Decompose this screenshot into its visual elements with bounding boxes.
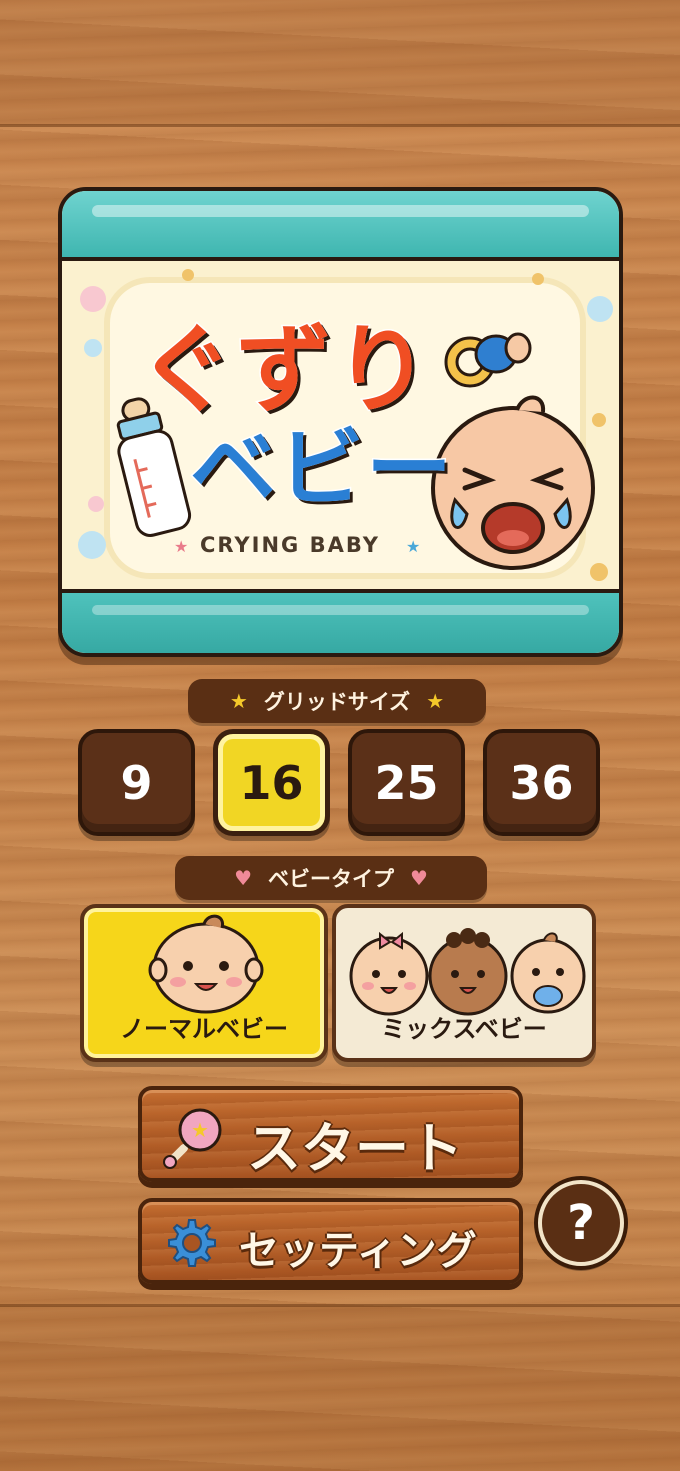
divider [0, 1304, 680, 1307]
settings-button-label: セッティング [239, 1228, 477, 1274]
grid-size-label-text: グリッドサイズ [263, 690, 411, 714]
svg-text:★: ★ [191, 1118, 209, 1142]
normal-baby-label: ノーマルベビー [120, 1015, 288, 1043]
decor-dot [587, 296, 613, 322]
decor-dot [88, 496, 104, 512]
help-button[interactable]: ? [538, 1180, 624, 1266]
star-icon: ★ [426, 689, 445, 713]
top-wood-band [0, 0, 680, 125]
grid-size-25-button[interactable]: 25 [348, 729, 465, 836]
mix-baby-label: ミックスベビー [381, 1015, 547, 1043]
decor-dot [84, 339, 102, 357]
grid-size-36-button[interactable]: 36 [483, 729, 600, 836]
grid-size-16-button[interactable]: 16 [213, 729, 330, 836]
decor-dot [78, 531, 106, 559]
pacifier-icon [444, 332, 532, 388]
star-icon: ★ [406, 537, 421, 556]
decor-dot [182, 269, 194, 281]
gear-icon [168, 1219, 216, 1267]
baby-type-label: ♥ ベビータイプ ♥ [175, 856, 487, 900]
grid-size-9-button[interactable]: 9 [78, 729, 195, 836]
start-button-label: スタート [247, 1117, 463, 1180]
grid-size-label: ★ グリッドサイズ ★ [188, 679, 486, 723]
bottom-wood-band [0, 1306, 680, 1471]
divider [0, 124, 680, 127]
mix-baby-option[interactable]: ミックスベビー [332, 904, 596, 1062]
logo-subtitle: CRYING BABY [200, 533, 380, 557]
start-button[interactable]: ★ スタート [138, 1086, 523, 1182]
baby-type-label-text: ベビータイプ [268, 867, 394, 891]
star-icon: ★ [174, 537, 189, 556]
logo-lid [62, 191, 619, 261]
star-icon: ★ [229, 689, 248, 713]
heart-icon: ♥ [234, 866, 252, 890]
mixed-baby-faces-icon [349, 928, 586, 1016]
settings-button[interactable]: セッティング [138, 1198, 523, 1284]
normal-baby-option[interactable]: ノーマルベビー [80, 904, 328, 1062]
baby-face-icon [148, 914, 264, 1014]
rattle-icon: ★ [163, 1108, 222, 1169]
logo-base [62, 589, 619, 653]
decor-dot [532, 273, 544, 285]
decor-dot [80, 286, 106, 312]
logo-title-line2: ベビー [189, 418, 454, 521]
heart-icon: ♥ [410, 866, 428, 890]
